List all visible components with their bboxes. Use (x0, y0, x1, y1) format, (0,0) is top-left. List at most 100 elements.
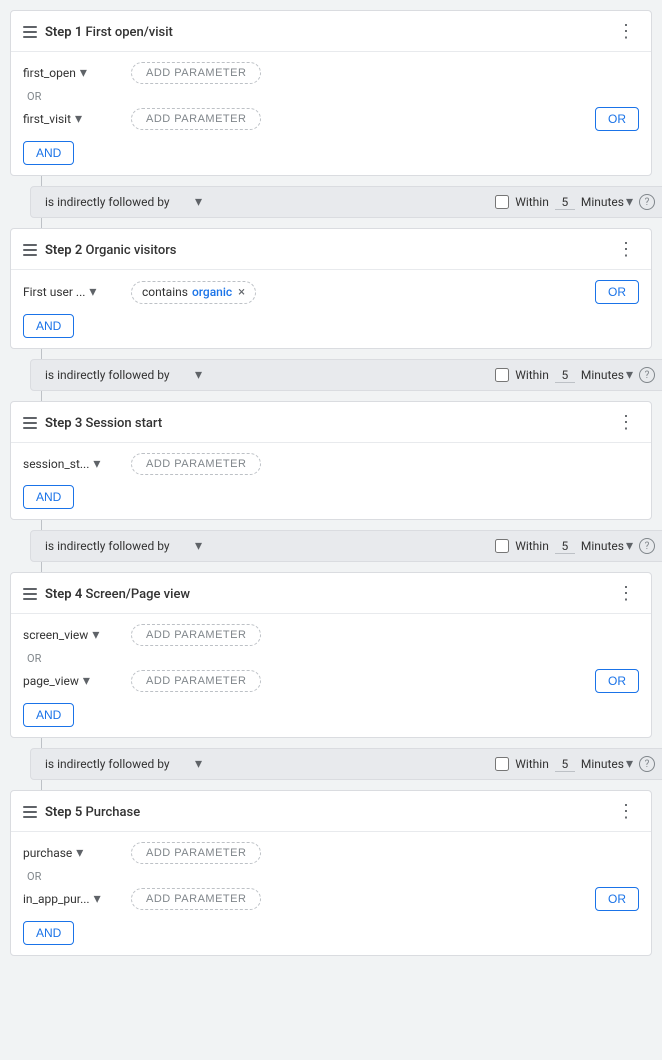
within-value[interactable]: 5 (555, 539, 575, 554)
within-unit-dropdown[interactable]: Minutes ▾ (581, 367, 633, 383)
add-parameter-button[interactable]: ADD PARAMETER (131, 624, 261, 646)
step-card-1: Step 1 First open/visit ⋮ first_open ▾ ADD P… (10, 10, 652, 176)
within-check-container: Within5Minutes ▾? (495, 194, 655, 210)
add-parameter-button[interactable]: ADD PARAMETER (131, 453, 261, 475)
step-header-left: Step 2 Organic visitors (23, 243, 177, 258)
connector-type-dropdown[interactable]: ▾ (195, 756, 202, 772)
step-title-5: Step 5 Purchase (45, 805, 140, 820)
step-body-1: first_open ▾ ADD PARAMETER OR first_visit▾ AD… (11, 52, 651, 175)
connector-bar: is indirectly followed by▾Within5Minutes… (30, 748, 662, 780)
connector-top-line (41, 738, 42, 748)
event-row: screen_view▾ ADD PARAMETER (23, 624, 639, 646)
step-more-button-3[interactable]: ⋮ (613, 412, 639, 434)
step-header-left: Step 1 First open/visit (23, 25, 173, 40)
filter-remove-icon[interactable]: × (238, 285, 245, 300)
step-more-button-1[interactable]: ⋮ (613, 21, 639, 43)
within-unit-dropdown[interactable]: Minutes ▾ (581, 194, 633, 210)
and-button[interactable]: AND (23, 703, 74, 727)
event-dropdown-arrow-icon: ▾ (80, 65, 87, 81)
connector-top-line (41, 176, 42, 186)
within-unit-arrow-icon: ▾ (626, 756, 633, 772)
add-parameter-button[interactable]: ADD PARAMETER (131, 888, 261, 910)
event-selector[interactable]: first_visit▾ (23, 111, 123, 127)
or-button[interactable]: OR (595, 107, 639, 131)
drag-handle-icon[interactable] (23, 417, 37, 429)
connector-type-dropdown[interactable]: ▾ (195, 194, 202, 210)
connector-dropdown-arrow-icon: ▾ (195, 756, 202, 772)
step-more-button-5[interactable]: ⋮ (613, 801, 639, 823)
within-value[interactable]: 5 (555, 195, 575, 210)
and-button[interactable]: AND (23, 314, 74, 338)
within-value[interactable]: 5 (555, 757, 575, 772)
add-parameter-button[interactable]: ADD PARAMETER (131, 108, 261, 130)
add-parameter-button[interactable]: ADD PARAMETER (131, 842, 261, 864)
connector-label: is indirectly followed by (45, 195, 185, 209)
event-selector[interactable]: in_app_pur...▾ (23, 891, 123, 907)
add-parameter-button[interactable]: ADD PARAMETER (131, 62, 261, 84)
filter-value-label: organic (192, 285, 232, 299)
connector-type-dropdown[interactable]: ▾ (195, 367, 202, 383)
within-checkbox[interactable] (495, 368, 509, 382)
step-body-3: session_st...▾ ADD PARAMETER AND (11, 443, 651, 519)
help-icon[interactable]: ? (639, 538, 655, 554)
connector-type-dropdown[interactable]: ▾ (195, 538, 202, 554)
within-checkbox[interactable] (495, 195, 509, 209)
event-row: First user ...▾ contains organic × OR (23, 280, 639, 304)
event-selector[interactable]: first_open ▾ (23, 65, 123, 81)
step-card-4: Step 4 Screen/Page view⋮screen_view▾ADD … (10, 572, 652, 738)
step-header-left: Step 5 Purchase (23, 805, 140, 820)
drag-handle-icon[interactable] (23, 588, 37, 600)
help-icon[interactable]: ? (639, 756, 655, 772)
connector-dropdown-arrow-icon: ▾ (195, 367, 202, 383)
connector-dropdown-arrow-icon: ▾ (195, 538, 202, 554)
or-label: OR (27, 652, 639, 665)
event-dropdown-arrow-icon: ▾ (83, 673, 90, 689)
within-value[interactable]: 5 (555, 368, 575, 383)
event-selector[interactable]: First user ...▾ (23, 284, 123, 300)
within-unit-dropdown[interactable]: Minutes ▾ (581, 538, 633, 554)
and-button[interactable]: AND (23, 141, 74, 165)
connector-0: is indirectly followed by▾Within5Minutes… (10, 176, 652, 228)
step-more-button-4[interactable]: ⋮ (613, 583, 639, 605)
drag-handle-icon[interactable] (23, 26, 37, 38)
event-name: page_view (23, 674, 79, 688)
event-row: purchase ▾ ADD PARAMETER (23, 842, 639, 864)
event-selector[interactable]: screen_view▾ (23, 627, 123, 643)
connector-bar: is indirectly followed by▾Within5Minutes… (30, 186, 662, 218)
add-parameter-button[interactable]: ADD PARAMETER (131, 670, 261, 692)
step-header-left: Step 3 Session start (23, 416, 162, 431)
or-label: OR (27, 90, 639, 103)
step-more-button-2[interactable]: ⋮ (613, 239, 639, 261)
within-checkbox[interactable] (495, 539, 509, 553)
step-header-3: Step 3 Session start ⋮ (11, 402, 651, 443)
event-name: First user ... (23, 285, 85, 299)
or-button[interactable]: OR (595, 280, 639, 304)
within-check-container: Within5Minutes ▾? (495, 367, 655, 383)
drag-handle-icon[interactable] (23, 244, 37, 256)
or-label: OR (27, 870, 639, 883)
filter-tag[interactable]: contains organic × (131, 281, 256, 304)
within-label: Within (515, 539, 549, 553)
event-selector[interactable]: page_view ▾ (23, 673, 123, 689)
connector-top-line (41, 520, 42, 530)
step-header-2: Step 2 Organic visitors ⋮ (11, 229, 651, 270)
event-name: purchase (23, 846, 72, 860)
and-button[interactable]: AND (23, 485, 74, 509)
connector-top-line (41, 349, 42, 359)
help-icon[interactable]: ? (639, 367, 655, 383)
event-name: first_open (23, 66, 76, 80)
connector-label: is indirectly followed by (45, 539, 185, 553)
event-selector[interactable]: session_st...▾ (23, 456, 123, 472)
filter-type-label: contains (142, 285, 188, 299)
within-checkbox[interactable] (495, 757, 509, 771)
event-selector[interactable]: purchase ▾ (23, 845, 123, 861)
drag-handle-icon[interactable] (23, 806, 37, 818)
or-button[interactable]: OR (595, 887, 639, 911)
or-button[interactable]: OR (595, 669, 639, 693)
event-dropdown-arrow-icon: ▾ (76, 845, 83, 861)
help-icon[interactable]: ? (639, 194, 655, 210)
step-title-1: Step 1 First open/visit (45, 25, 173, 40)
and-button[interactable]: AND (23, 921, 74, 945)
within-unit-dropdown[interactable]: Minutes ▾ (581, 756, 633, 772)
event-name: screen_view (23, 628, 88, 642)
